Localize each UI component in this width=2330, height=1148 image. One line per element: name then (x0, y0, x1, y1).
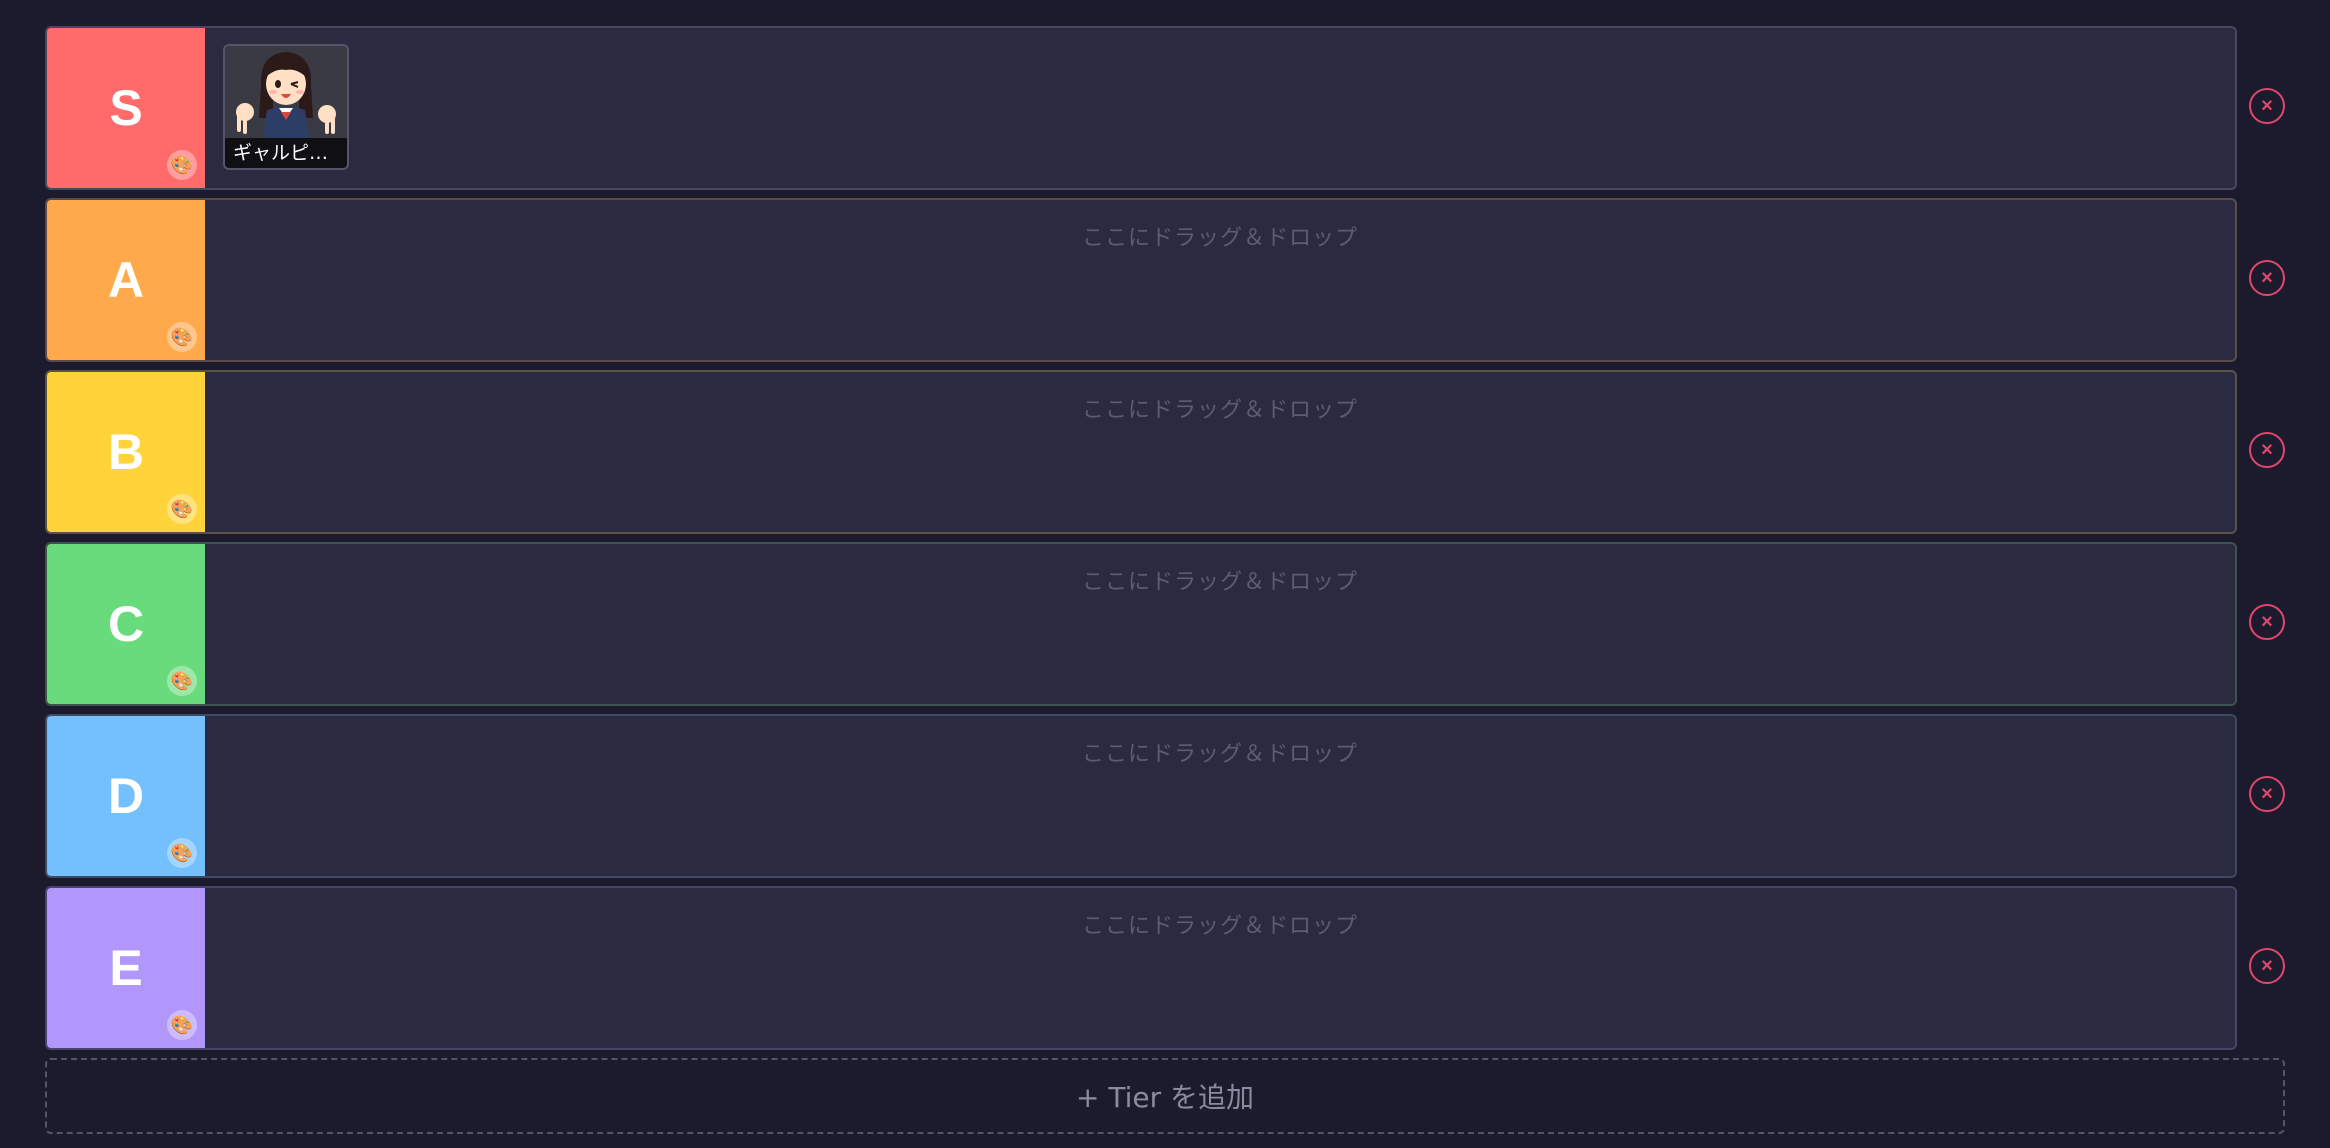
tier-drop-zone-a[interactable]: ここにドラッグ＆ドロップ (205, 200, 2235, 360)
add-tier-button[interactable]: + Tier を追加 (45, 1058, 2285, 1134)
tier-item-caption: ギャルピ… (225, 138, 347, 168)
tier-row-b: B 🎨 ここにドラッグ＆ドロップ × (45, 370, 2285, 534)
tier-drop-zone-d[interactable]: ここにドラッグ＆ドロップ (205, 716, 2235, 876)
palette-icon[interactable]: 🎨 (167, 838, 197, 868)
remove-tier-button[interactable]: × (2249, 88, 2285, 124)
drop-hint-text: ここにドラッグ＆ドロップ (1081, 570, 1358, 595)
palette-icon[interactable]: 🎨 (167, 150, 197, 180)
tier-label-d[interactable]: D 🎨 (47, 716, 205, 876)
remove-tier-button[interactable]: × (2249, 260, 2285, 296)
tier-label-e[interactable]: E 🎨 (47, 888, 205, 1048)
palette-icon[interactable]: 🎨 (167, 1010, 197, 1040)
tier-row-c: C 🎨 ここにドラッグ＆ドロップ × (45, 542, 2285, 706)
tier-row-d: D 🎨 ここにドラッグ＆ドロップ × (45, 714, 2285, 878)
tier-drop-zone-b[interactable]: ここにドラッグ＆ドロップ (205, 372, 2235, 532)
drop-hint-text: ここにドラッグ＆ドロップ (1081, 398, 1358, 423)
tier-label-c[interactable]: C 🎨 (47, 544, 205, 704)
palette-icon[interactable]: 🎨 (167, 322, 197, 352)
tier-drop-zone-c[interactable]: ここにドラッグ＆ドロップ (205, 544, 2235, 704)
remove-tier-button[interactable]: × (2249, 432, 2285, 468)
tier-board: S 🎨 ギャルピ… × A 🎨 ここにドラッグ＆ドロップ × B 🎨 ここにドラ… (45, 26, 2285, 1134)
tier-label-s[interactable]: S 🎨 (47, 28, 205, 188)
gal-peace-illustration (225, 46, 347, 138)
remove-tier-button[interactable]: × (2249, 776, 2285, 812)
drop-hint-text: ここにドラッグ＆ドロップ (1081, 226, 1358, 251)
tier-drop-zone-e[interactable]: ここにドラッグ＆ドロップ (205, 888, 2235, 1048)
tier-drop-zone-s[interactable]: ギャルピ… (205, 28, 2235, 188)
tier-row-a: A 🎨 ここにドラッグ＆ドロップ × (45, 198, 2285, 362)
tier-label-text: B (107, 424, 145, 480)
palette-icon[interactable]: 🎨 (167, 494, 197, 524)
tier-container-d: D 🎨 ここにドラッグ＆ドロップ (45, 714, 2237, 878)
tier-label-text: E (109, 940, 143, 996)
tier-label-text: S (109, 80, 143, 136)
tier-label-b[interactable]: B 🎨 (47, 372, 205, 532)
drop-hint-text: ここにドラッグ＆ドロップ (1081, 742, 1358, 767)
tier-container-e: E 🎨 ここにドラッグ＆ドロップ (45, 886, 2237, 1050)
tier-label-text: C (107, 596, 145, 652)
tier-item-card[interactable]: ギャルピ… (223, 44, 349, 170)
tier-container-b: B 🎨 ここにドラッグ＆ドロップ (45, 370, 2237, 534)
palette-icon[interactable]: 🎨 (167, 666, 197, 696)
tier-row-s: S 🎨 ギャルピ… × (45, 26, 2285, 190)
remove-tier-button[interactable]: × (2249, 948, 2285, 984)
remove-tier-button[interactable]: × (2249, 604, 2285, 640)
drop-hint-text: ここにドラッグ＆ドロップ (1081, 914, 1358, 939)
tier-container-c: C 🎨 ここにドラッグ＆ドロップ (45, 542, 2237, 706)
tier-label-text: D (107, 768, 145, 824)
tier-container-s: S 🎨 ギャルピ… (45, 26, 2237, 190)
tier-row-e: E 🎨 ここにドラッグ＆ドロップ × (45, 886, 2285, 1050)
tier-label-text: A (107, 252, 145, 308)
tier-container-a: A 🎨 ここにドラッグ＆ドロップ (45, 198, 2237, 362)
tier-label-a[interactable]: A 🎨 (47, 200, 205, 360)
